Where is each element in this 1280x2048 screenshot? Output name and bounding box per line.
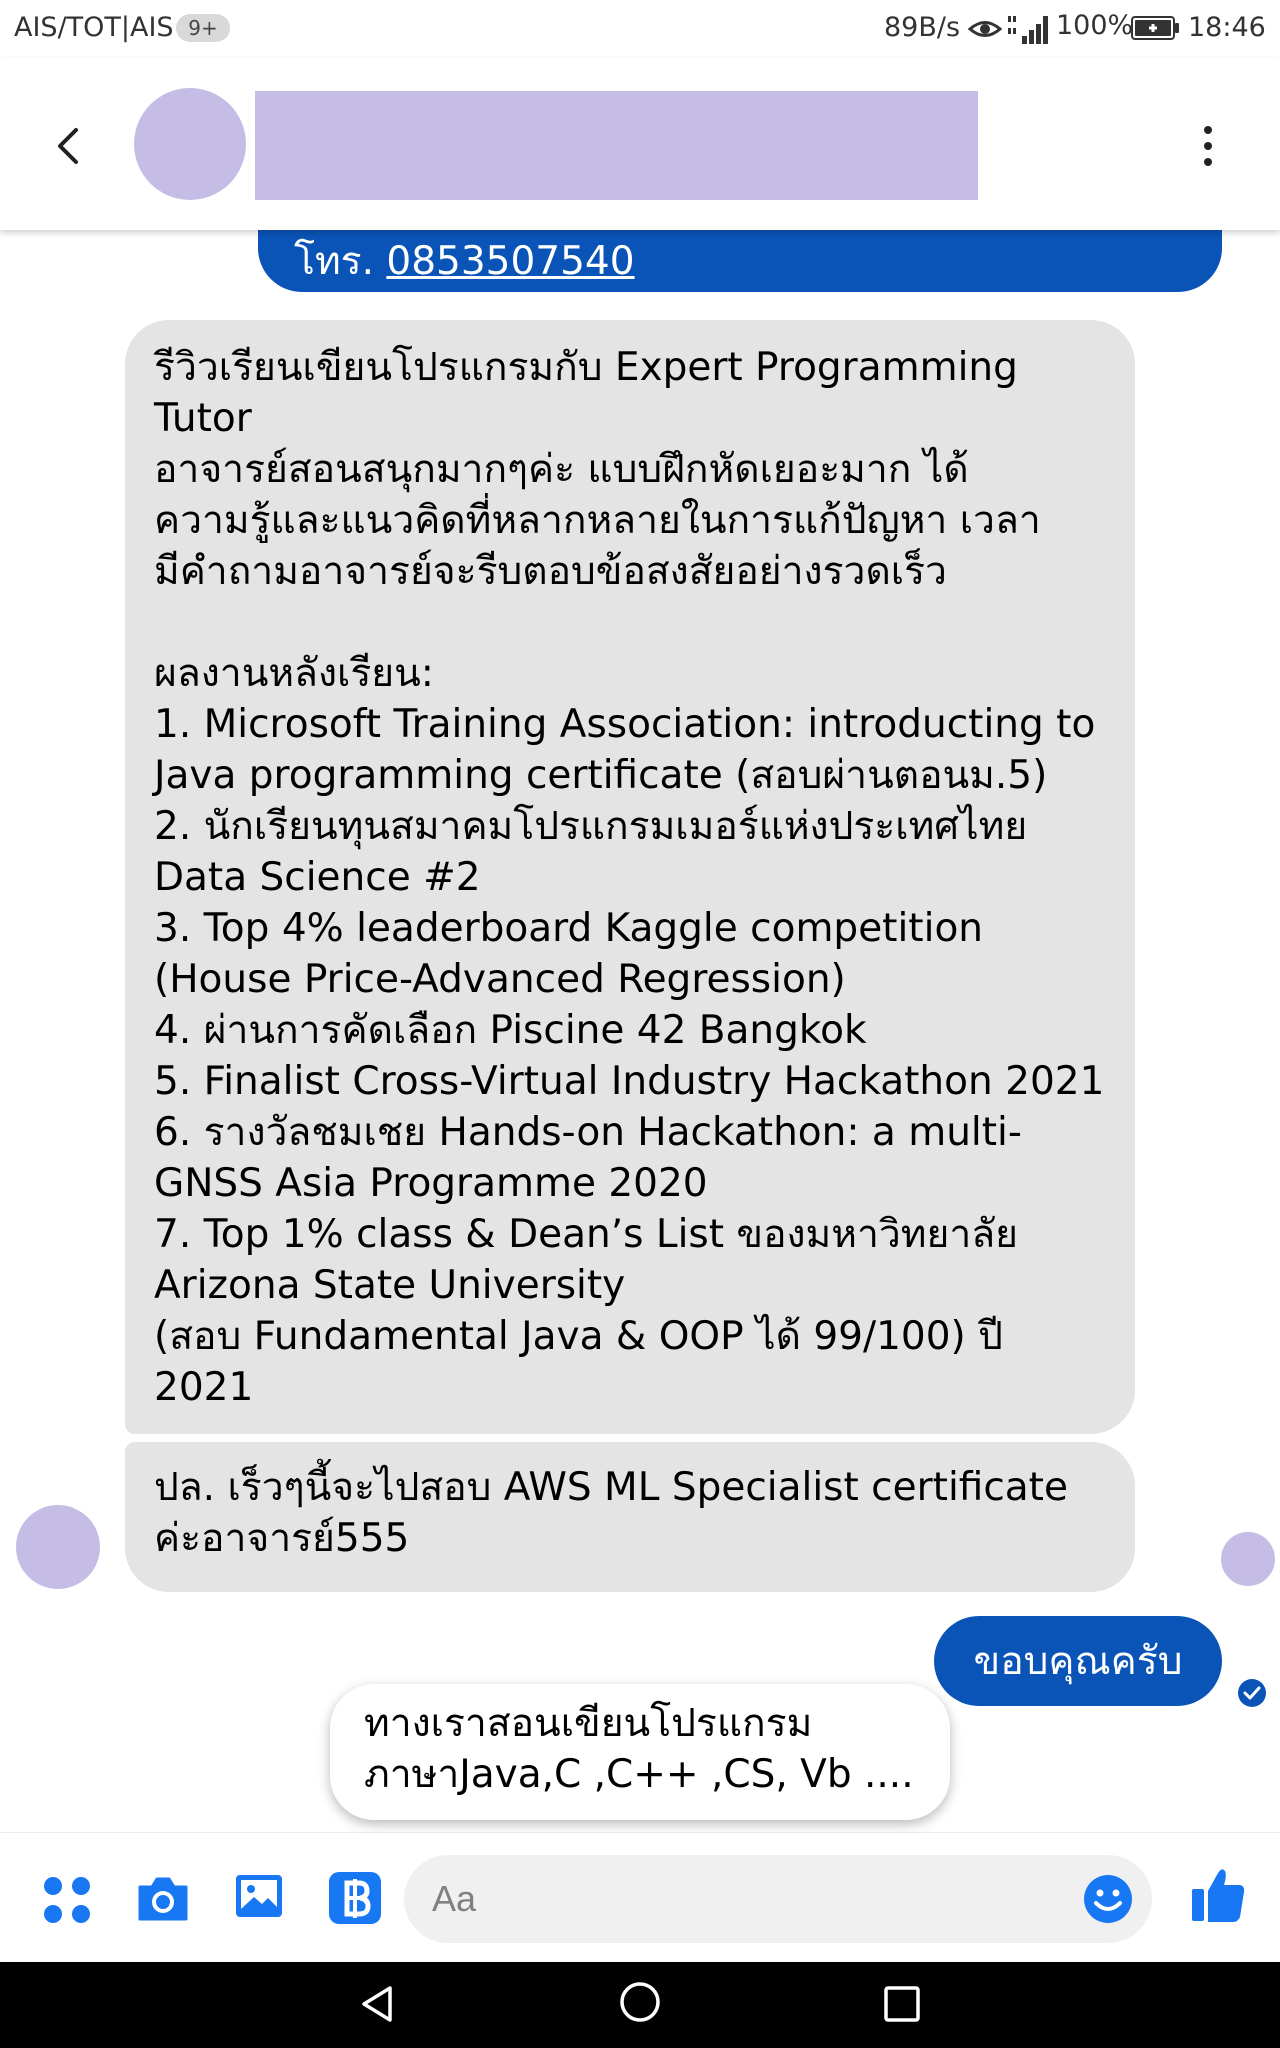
sender-avatar[interactable] <box>16 1505 100 1589</box>
net-speed: 89B/s <box>884 12 961 43</box>
received-message-bubble[interactable]: ปล. เร็วๆนี้จะไปสอบ AWS ML Specialist ce… <box>125 1442 1135 1592</box>
nav-back-icon[interactable] <box>356 1982 400 2026</box>
system-nav-bar <box>0 1962 1280 2048</box>
phone-prefix: โทร. <box>294 239 374 284</box>
back-icon[interactable] <box>44 118 96 174</box>
sent-message-bubble[interactable]: ขอบคุณครับ <box>934 1616 1222 1706</box>
contact-avatar[interactable] <box>134 88 246 200</box>
battery-percent: 100% <box>1056 10 1134 41</box>
notification-badge: 9+ <box>176 14 230 42</box>
composer-bar <box>0 1832 1280 1962</box>
more-options-icon[interactable] <box>1190 122 1226 170</box>
nav-home-icon[interactable] <box>618 1980 662 2024</box>
phone-number-link[interactable]: 0853507540 <box>386 239 634 284</box>
quick-reply-line: ทางเราสอนเขียนโปรแกรม <box>364 1701 813 1746</box>
received-message-bubble[interactable]: รีวิวเรียนเขียนโปรแกรมกับ Expert Program… <box>125 320 1135 1434</box>
thumbs-up-icon[interactable] <box>1190 1865 1246 1925</box>
battery-icon <box>1131 16 1179 40</box>
contact-name-redacted[interactable] <box>255 91 978 200</box>
conversation-header <box>0 58 1280 230</box>
camera-icon[interactable] <box>136 1873 190 1923</box>
delivered-check-icon <box>1238 1679 1266 1707</box>
quick-reply-line: ภาษาJava,C ,C++ ,CS, Vb .... <box>364 1752 914 1797</box>
message-list[interactable]: โทร. 0853507540 รีวิวเรียนเขียนโปรแกรมกั… <box>0 230 1280 1832</box>
carrier-label: AIS/TOT|AIS <box>14 12 174 43</box>
status-bar: AIS/TOT|AIS 9+ 89B/s 100% 18:46 <box>0 0 1280 58</box>
nav-recents-icon[interactable] <box>880 1982 924 2026</box>
quick-reply-chip[interactable]: ทางเราสอนเขียนโปรแกรม ภาษาJava,C ,C++ ,C… <box>330 1684 950 1820</box>
gallery-icon[interactable] <box>234 1871 284 1921</box>
eye-icon <box>968 21 1002 37</box>
apps-icon[interactable] <box>42 1875 92 1925</box>
signal-icon <box>1008 16 1048 44</box>
emoji-icon[interactable] <box>1082 1873 1134 1925</box>
message-input[interactable] <box>404 1855 1152 1943</box>
clock: 18:46 <box>1188 12 1266 43</box>
baht-payment-icon[interactable] <box>328 1871 382 1925</box>
sent-message-bubble[interactable]: โทร. 0853507540 <box>258 230 1222 292</box>
read-receipt-avatar <box>1221 1532 1275 1586</box>
